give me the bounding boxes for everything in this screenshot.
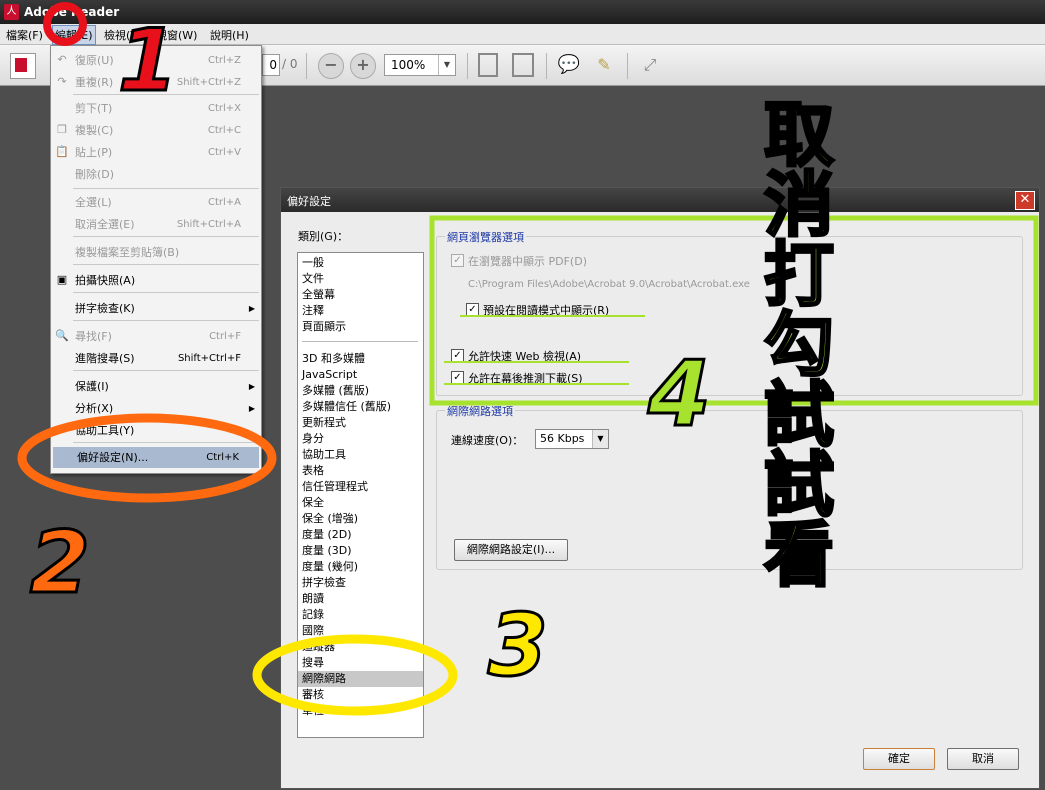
annotation-step-3: 3: [487, 596, 550, 696]
annotation-step-2: 2: [29, 513, 92, 613]
annotation-orange-ellipse: [17, 413, 277, 503]
annotation-red-circle: [43, 2, 87, 46]
annotation-note-char: 試: [763, 374, 836, 456]
annotation-underline: [444, 361, 629, 363]
annotation-green-rectangle: [429, 215, 1039, 406]
annotation-yellow-ellipse: [252, 634, 458, 716]
annotation-step-1: 1: [117, 11, 180, 111]
annotation-step-4: 4: [647, 342, 713, 447]
annotation-note-char: 消: [763, 164, 836, 246]
annotation-note-char: 看: [763, 514, 836, 596]
annotation-underline: [460, 315, 645, 317]
annotation-note-char: 勾: [763, 304, 836, 386]
annotation-underline: [444, 383, 629, 385]
annotation-note-char: 試: [763, 444, 836, 526]
annotation-note-char: 取: [763, 94, 836, 176]
annotation-note-char: 打: [763, 234, 836, 316]
